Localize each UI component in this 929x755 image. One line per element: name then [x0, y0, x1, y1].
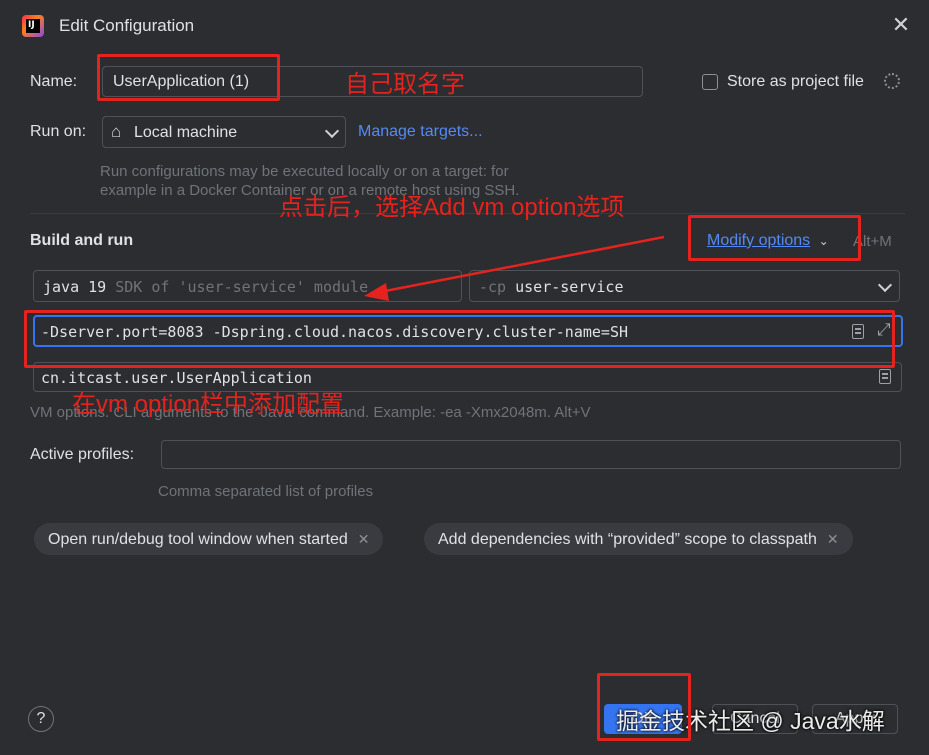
annotation-arrow — [364, 235, 665, 301]
